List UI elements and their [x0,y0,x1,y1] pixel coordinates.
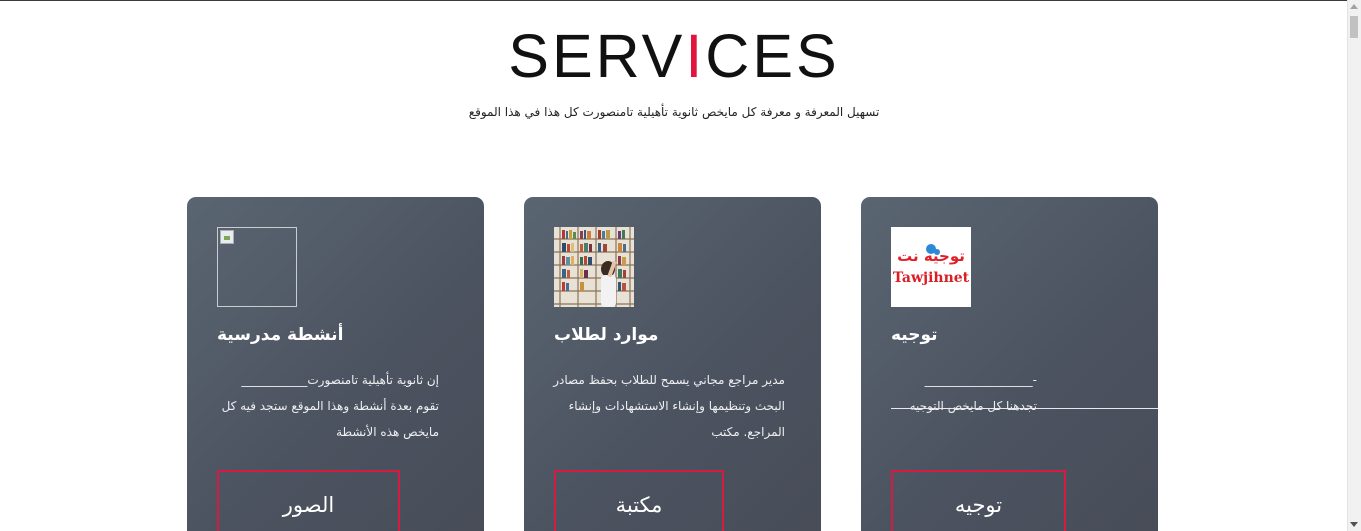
card-title: أنشطة مدرسية [217,325,344,345]
service-card-guidance: توجيه نت Tawjihnet توجيه -______________… [861,197,1158,531]
logo-latin-text: Tawjihnet [893,270,970,286]
card-description: إن ثانوية تأهيلية تامنصورت___________ تق… [217,367,439,445]
scroll-down-arrow-icon[interactable] [1350,522,1358,527]
tawjihnet-logo: توجيه نت Tawjihnet [891,227,971,307]
card-title: توجيه [891,325,938,345]
service-card-activities: أنشطة مدرسية إن ثانوية تأهيلية تامنصورت_… [187,197,484,531]
card-text-line: -__________________ [924,373,1037,387]
image-placeholder-icon [220,230,234,244]
card-text-line: البحث وتنظيمها وإنشاء الاستشهادات وإنشاء [568,399,785,413]
card-description: مدير مراجع مجاني يسمح للطلاب بحفظ مصادر … [553,367,785,445]
broken-image-icon [217,227,297,307]
card-title: موارد لطلاب [554,325,659,345]
logo-arabic-text: توجيه نت [897,247,965,265]
title-accent-letter: I [685,22,706,90]
card-text-line: مدير مراجع مجاني يسمح للطلاب بحفظ مصادر [553,373,785,387]
service-card-resources: موارد لطلاب مدير مراجع مجاني يسمح للطلاب… [524,197,821,531]
page-subtitle: تسهيل المعرفة و معرفة كل مايخص ثانوية تأ… [468,105,880,119]
card-divider [891,408,1158,409]
card-text-line: مايخص هذه الأنشطة [336,425,439,439]
library-button[interactable]: مكتبة [554,470,724,531]
photos-button[interactable]: الصور [217,470,400,531]
card-text-line: المراجع. مكتب [711,425,785,439]
card-text-line: تجدهنا كل مايخص التوجيه [909,399,1037,413]
vertical-scrollbar[interactable] [1347,0,1361,531]
library-photo [554,227,634,307]
scroll-thumb[interactable] [1350,16,1358,38]
top-border [0,0,1348,1]
card-text-line: تقوم بعدة أنشطة وهذا الموقع ستجد فيه كل [221,399,439,413]
page-title: SERVICES [508,22,840,90]
page: SERVICES تسهيل المعرفة و معرفة كل مايخص … [0,0,1361,531]
card-description: -__________________ تجدهنا كل مايخص التو… [891,367,1037,419]
card-text-line: إن ثانوية تأهيلية تامنصورت___________ [241,373,439,387]
guidance-button[interactable]: توجيه [891,470,1066,531]
scroll-up-arrow-icon[interactable] [1350,4,1358,9]
